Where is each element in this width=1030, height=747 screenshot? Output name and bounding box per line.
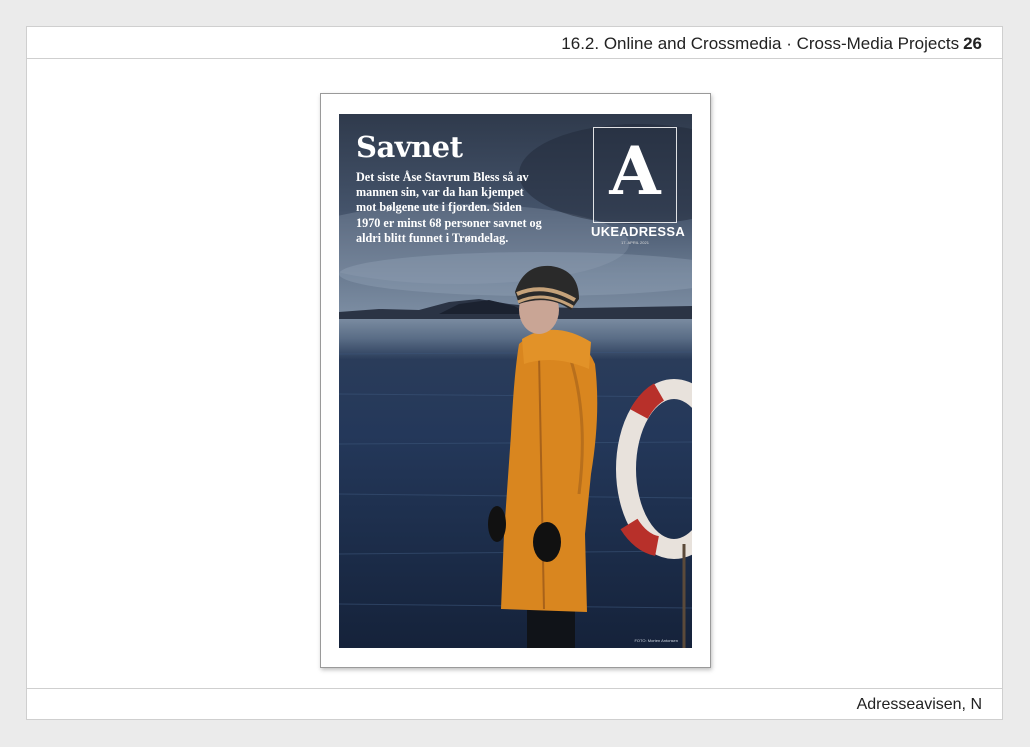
issue-date: 17. APRIL 2021 (621, 240, 649, 245)
cover-lede: Det siste Åse Stavrum Bless så av mannen… (356, 170, 542, 245)
photo-credit: FOTO: Morten Antonsen (634, 638, 678, 643)
slide-page: 16.2. Online and Crossmedia · Cross-Medi… (26, 26, 1003, 720)
section-title: 16.2. Online and Crossmedia · Cross-Medi… (561, 34, 960, 53)
footer-source: Adresseavisen, N (856, 696, 982, 713)
cover-title: Savnet (356, 130, 463, 164)
masthead-logo: A (593, 127, 677, 223)
masthead-letter: A (609, 132, 661, 210)
header-title: 16.2. Online and Crossmedia · Cross-Medi… (561, 34, 982, 54)
masthead-name: UKEADRESSA (591, 224, 686, 239)
page-footer: Adresseavisen, N (27, 688, 1002, 719)
page-number: 26 (963, 34, 982, 53)
page-header: 16.2. Online and Crossmedia · Cross-Medi… (27, 27, 1002, 59)
magazine-cover-frame: Savnet Det siste Åse Stavrum Bless så av… (320, 93, 711, 668)
magazine-cover: Savnet Det siste Åse Stavrum Bless så av… (339, 114, 692, 648)
life-ring-icon (616, 379, 692, 559)
